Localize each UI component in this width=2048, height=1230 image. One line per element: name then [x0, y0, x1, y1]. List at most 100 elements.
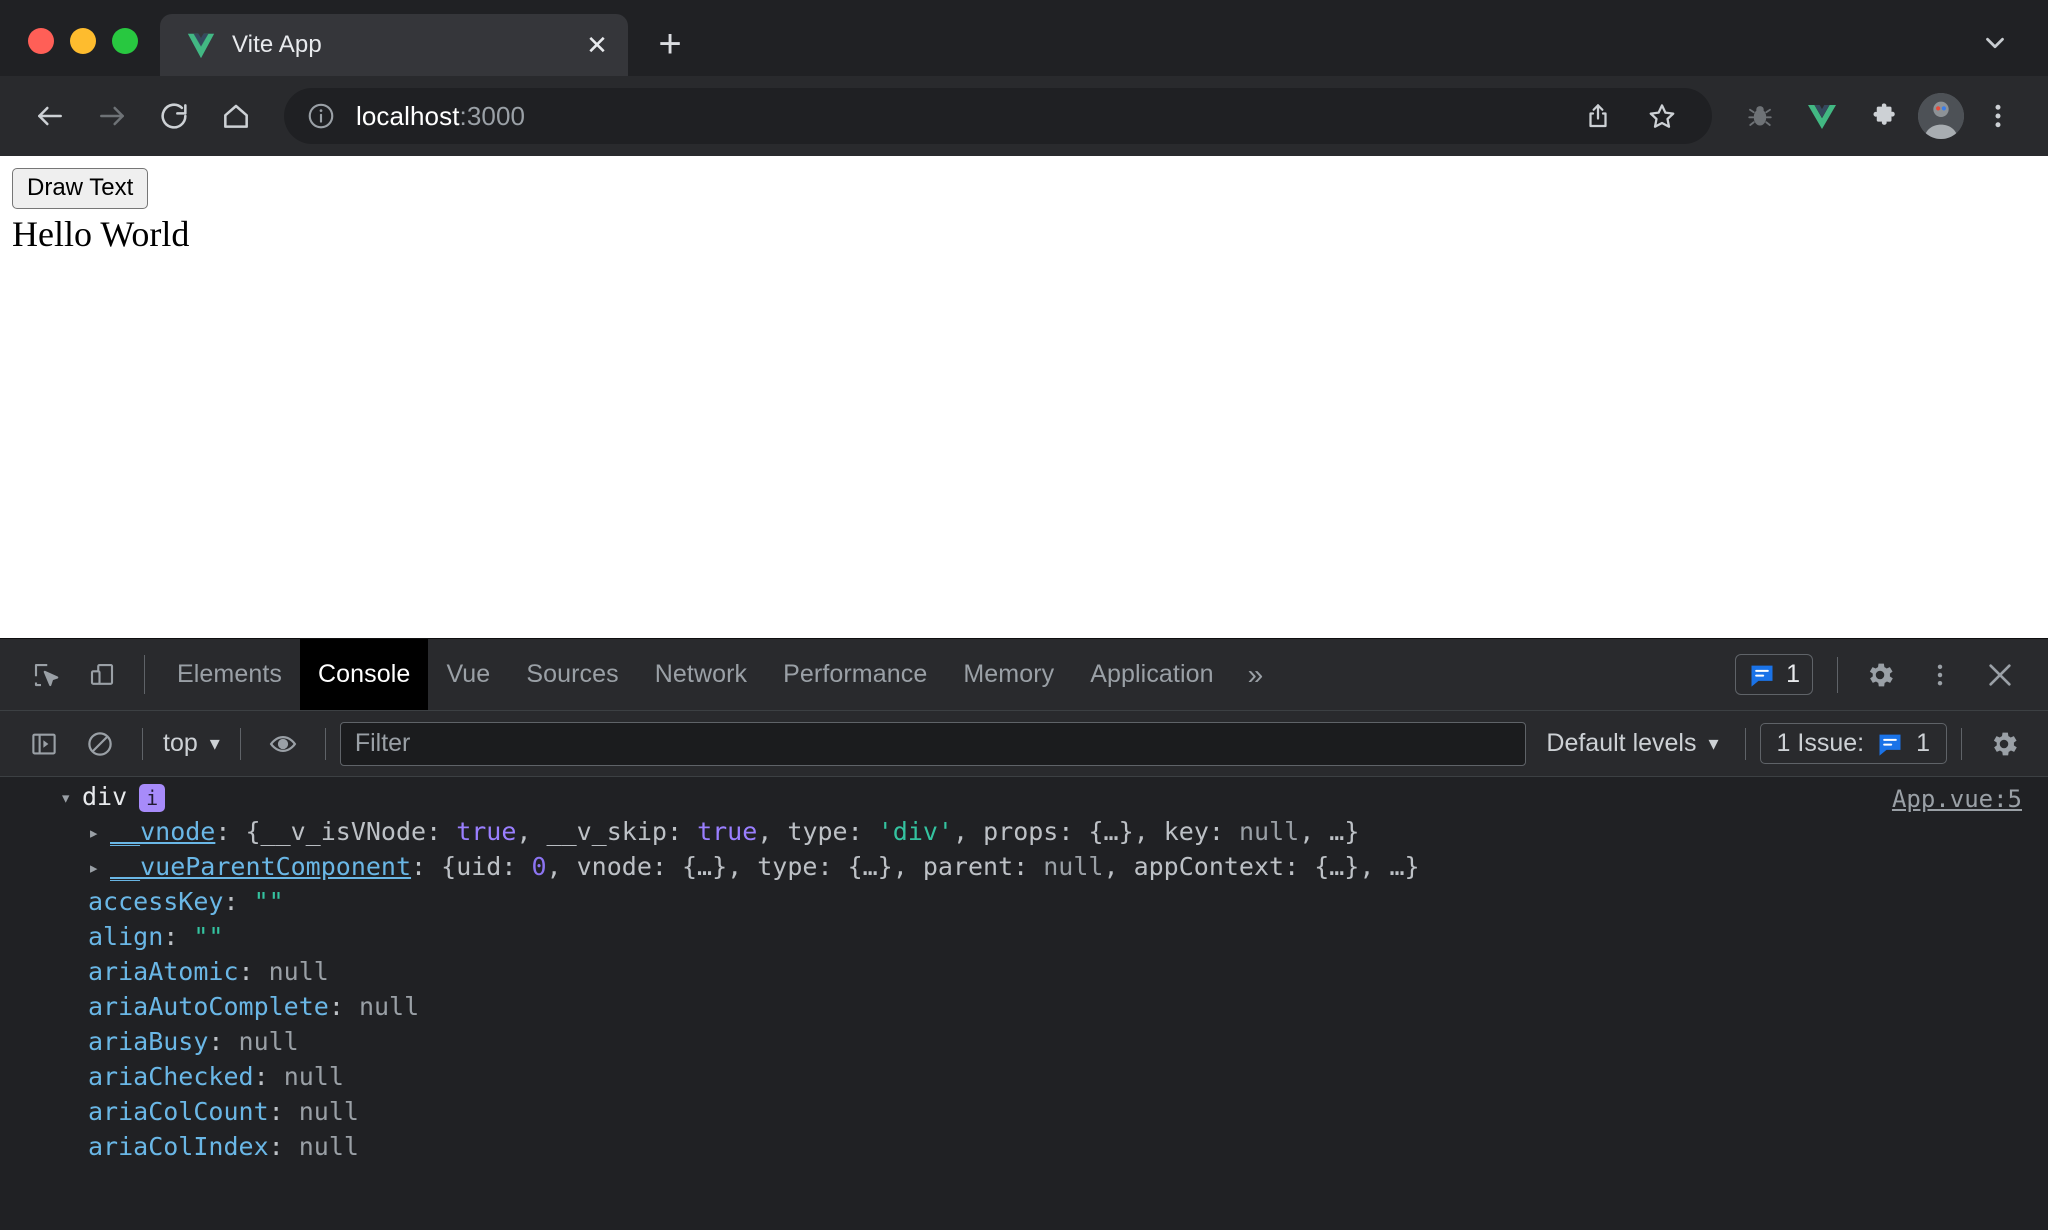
chevron-down-icon[interactable]: ▾ — [60, 786, 82, 810]
divider — [325, 728, 326, 760]
maximize-window-button[interactable] — [112, 28, 138, 54]
property-value-part: appContext — [1134, 852, 1285, 881]
draw-text-button[interactable]: Draw Text — [12, 168, 148, 209]
tab-sources[interactable]: Sources — [508, 639, 636, 710]
issues-pill[interactable]: 1 — [1735, 654, 1813, 695]
chevron-down-icon[interactable] — [1968, 16, 2022, 70]
devtools-tabbar: Elements Console Vue Sources Network Per… — [0, 639, 2048, 711]
property-value-part: , — [953, 817, 983, 846]
issue-count-badge[interactable]: 1 Issue: 1 — [1760, 723, 1947, 764]
info-circle-icon[interactable] — [306, 101, 336, 131]
tab-elements[interactable]: Elements — [159, 639, 300, 710]
titlebar: Vite App ✕ + — [0, 0, 2048, 76]
property-value-part: null — [359, 992, 419, 1021]
log-node-name: div — [82, 782, 127, 811]
property-value-part: : — [848, 817, 878, 846]
property-value-part: , — [1103, 852, 1133, 881]
property-value-part: : — [208, 1027, 238, 1056]
filter-input[interactable]: Filter — [340, 722, 1527, 766]
inspect-element-icon[interactable] — [18, 647, 74, 703]
console-property-row[interactable]: ▸__vueParentComponent: {uid: 0, vnode: {… — [0, 848, 2048, 883]
gear-icon[interactable] — [1852, 647, 1908, 703]
property-value-part: __v_skip — [547, 817, 667, 846]
puzzle-piece-icon[interactable] — [1856, 88, 1912, 144]
console-property-list: ▸__vnode: {__v_isVNode: true, __v_skip: … — [0, 813, 2048, 1163]
bug-icon[interactable] — [1732, 88, 1788, 144]
console-property-row[interactable]: ▸__vnode: {__v_isVNode: true, __v_skip: … — [0, 813, 2048, 848]
reload-icon[interactable] — [146, 88, 202, 144]
issue-message-icon — [1748, 661, 1776, 689]
property-value-part: : {…}, — [652, 852, 757, 881]
tab-memory[interactable]: Memory — [945, 639, 1072, 710]
close-window-button[interactable] — [28, 28, 54, 54]
property-value-part: , — [757, 817, 787, 846]
minimize-window-button[interactable] — [70, 28, 96, 54]
property-value-part: : { — [411, 852, 456, 881]
browser-tab-vite-app[interactable]: Vite App ✕ — [160, 14, 628, 76]
console-property-row[interactable]: ariaChecked: null — [0, 1058, 2048, 1093]
address-bar[interactable]: localhost:3000 — [284, 88, 1712, 144]
forward-arrow-icon[interactable] — [84, 88, 140, 144]
issues-count: 1 — [1786, 660, 1800, 689]
divider — [1837, 657, 1838, 693]
tab-vue[interactable]: Vue — [428, 639, 508, 710]
tab-application[interactable]: Application — [1072, 639, 1231, 710]
console-property-row[interactable]: ariaAtomic: null — [0, 953, 2048, 988]
traffic-lights — [0, 28, 160, 76]
tab-label: Console — [318, 660, 410, 689]
gear-icon[interactable] — [1976, 716, 2032, 772]
console-property-row[interactable]: accessKey: "" — [0, 883, 2048, 918]
execution-context-value: top — [163, 729, 198, 758]
issue-message-icon — [1876, 730, 1904, 758]
tab-network[interactable]: Network — [637, 639, 765, 710]
issue-count-label: 1 Issue: — [1777, 729, 1865, 758]
star-icon[interactable] — [1634, 88, 1690, 144]
chevron-right-icon[interactable]: ▸ — [88, 821, 110, 845]
divider — [1745, 728, 1746, 760]
back-arrow-icon[interactable] — [22, 88, 78, 144]
property-value-part: , — [547, 852, 577, 881]
close-icon[interactable] — [1972, 647, 2028, 703]
property-name: ariaColCount — [88, 1097, 269, 1126]
vue-devtools-icon[interactable] — [1794, 88, 1850, 144]
info-badge: i — [139, 784, 165, 812]
three-dot-menu-icon[interactable] — [1970, 88, 2026, 144]
three-dot-menu-icon[interactable] — [1912, 647, 1968, 703]
console-log-row[interactable]: ▾divi — [0, 777, 2048, 813]
close-tab-button[interactable]: ✕ — [580, 28, 614, 62]
property-value-part: : — [269, 1097, 299, 1126]
console-property-row[interactable]: ariaColCount: null — [0, 1093, 2048, 1128]
home-icon[interactable] — [208, 88, 264, 144]
chevron-down-icon: ▾ — [1708, 731, 1718, 756]
execution-context-selector[interactable]: top ▾ — [157, 729, 226, 758]
tab-performance[interactable]: Performance — [765, 639, 945, 710]
property-value-part: , …} — [1299, 817, 1359, 846]
log-levels-selector[interactable]: Default levels ▾ — [1534, 729, 1730, 758]
omnibox-actions — [1570, 88, 1690, 144]
console-property-row[interactable]: align: "" — [0, 918, 2048, 953]
chevron-right-icon[interactable]: ▸ — [88, 856, 110, 880]
property-value-part: null — [269, 957, 329, 986]
console-sidebar-icon[interactable] — [16, 716, 72, 772]
property-value-part: type — [757, 852, 817, 881]
console-output[interactable]: App.vue:5 ▾divi ▸__vnode: {__v_isVNode: … — [0, 777, 2048, 1230]
share-icon[interactable] — [1570, 88, 1626, 144]
eye-icon[interactable] — [255, 716, 311, 772]
property-value-part: "" — [254, 887, 284, 916]
console-filter-bar: top ▾ Filter Default levels ▾ 1 Issue: — [0, 711, 2048, 777]
console-property-row[interactable]: ariaAutoComplete: null — [0, 988, 2048, 1023]
console-property-row[interactable]: ariaColIndex: null — [0, 1128, 2048, 1163]
more-tabs-button[interactable]: » — [1232, 639, 1280, 710]
property-name: __vueParentComponent — [110, 852, 411, 881]
source-link[interactable]: App.vue:5 — [1892, 785, 2022, 813]
clear-console-icon[interactable] — [72, 716, 128, 772]
property-value-part: key — [1164, 817, 1209, 846]
tab-console[interactable]: Console — [300, 639, 428, 710]
browser-window: Vite App ✕ + — [0, 0, 2048, 1230]
property-value-part: : — [269, 1132, 299, 1161]
avatar[interactable] — [1918, 93, 1964, 139]
new-tab-button[interactable]: + — [642, 16, 698, 72]
tab-label: Performance — [783, 660, 927, 689]
console-property-row[interactable]: ariaBusy: null — [0, 1023, 2048, 1058]
device-toolbar-icon[interactable] — [74, 647, 130, 703]
